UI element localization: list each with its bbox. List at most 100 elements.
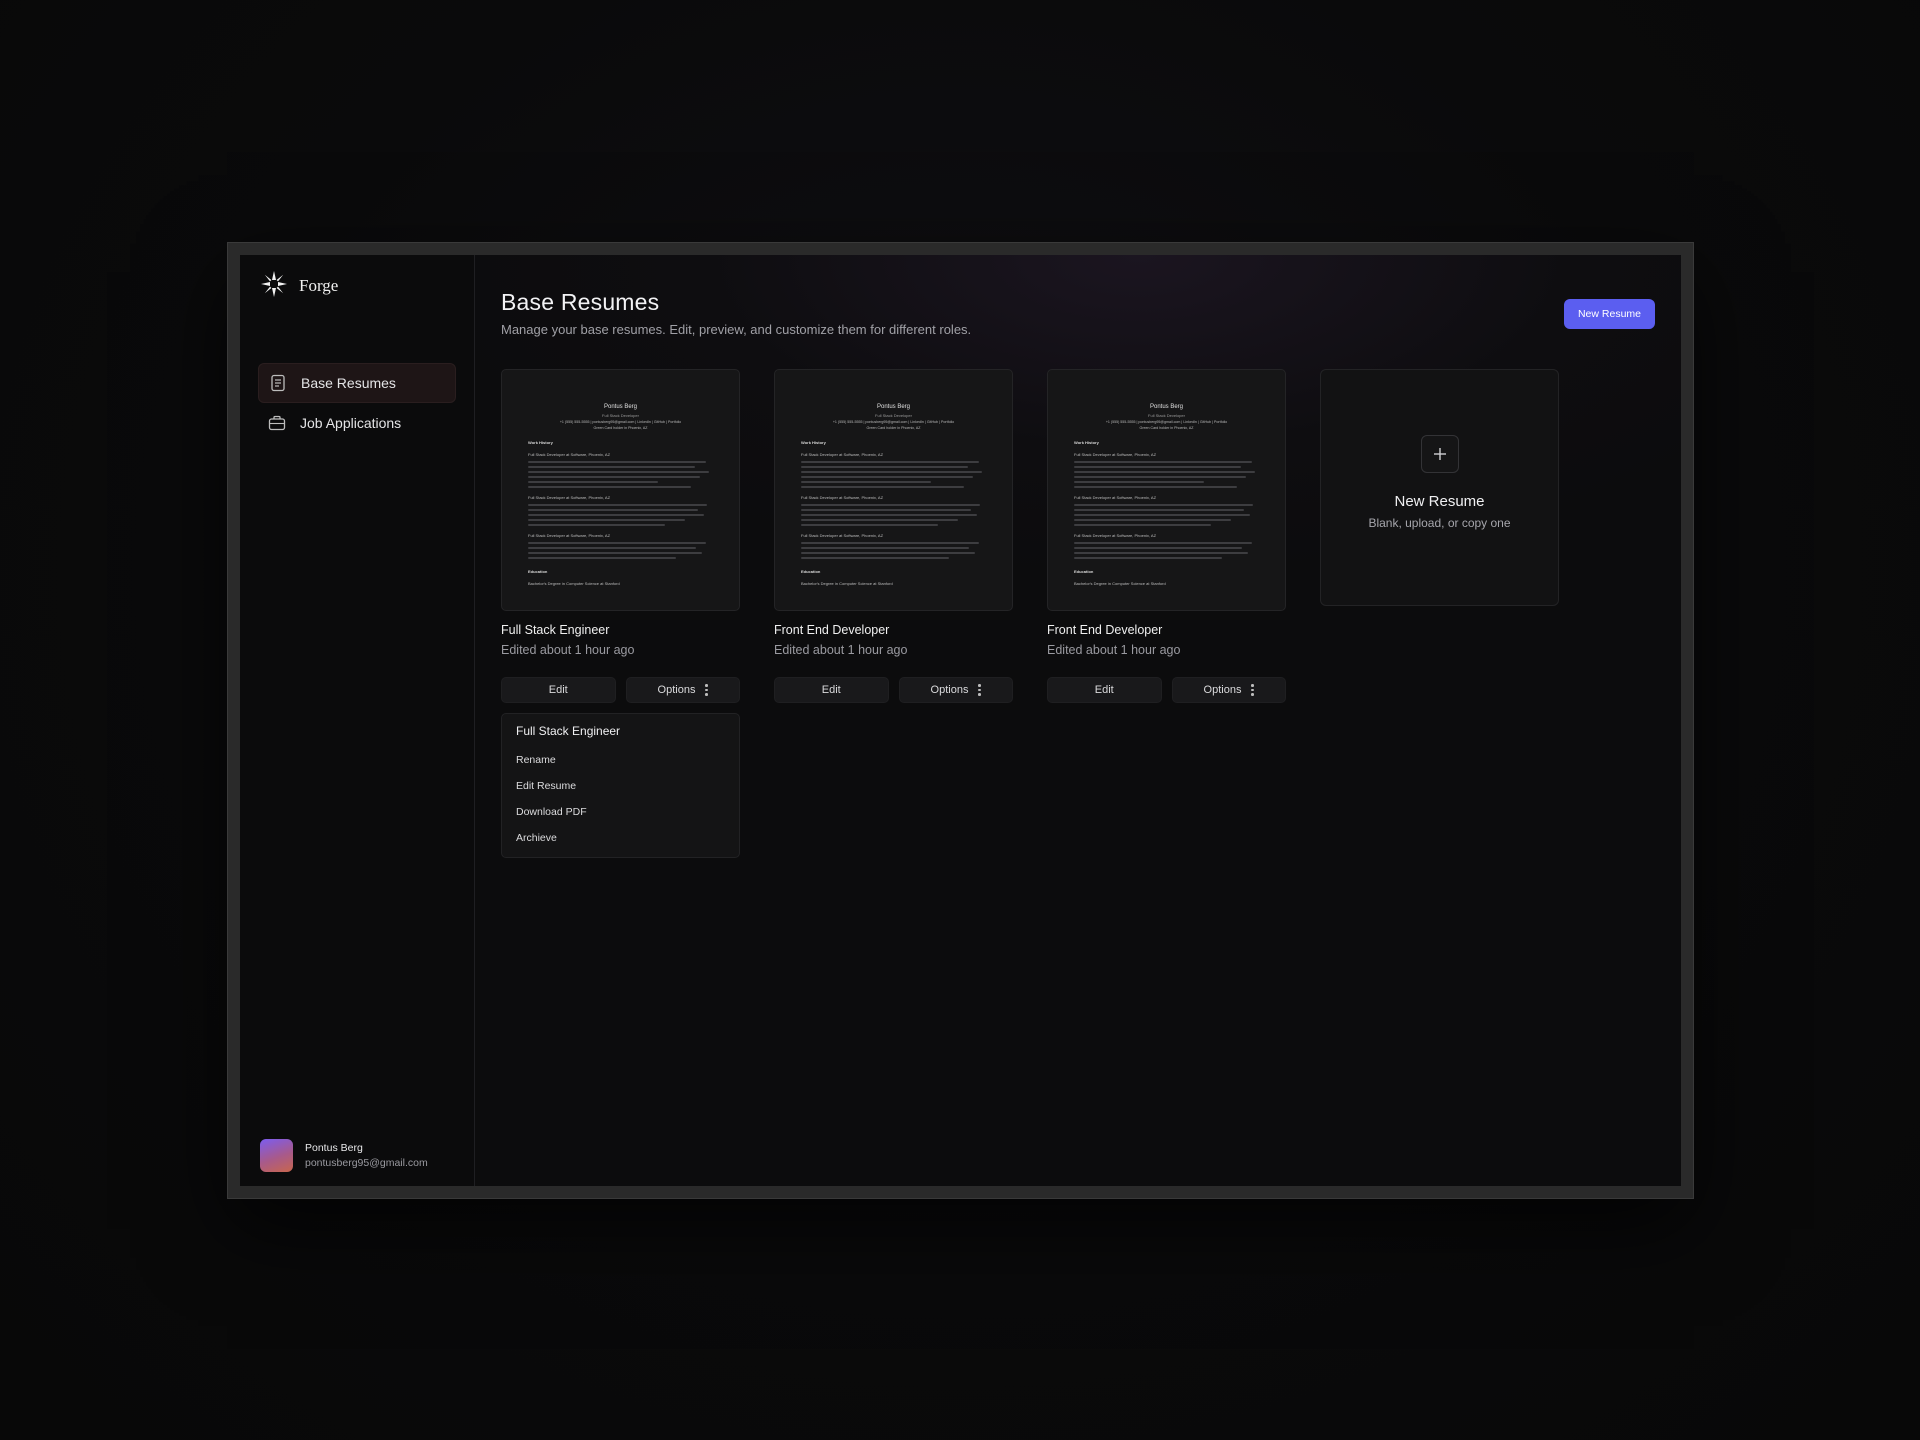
preview-text-lines [528,504,713,526]
main-content: Base Resumes Manage your base resumes. E… [475,255,1681,1186]
plus-icon [1420,435,1459,473]
resume-preview[interactable]: Pontus Berg Full Stack Developer +1 (555… [501,369,740,611]
preview-section-title: Work History [528,440,553,445]
preview-section-title: Work History [801,440,826,445]
new-resume-button[interactable]: New Resume [1563,299,1655,329]
edit-button[interactable]: Edit [501,677,616,703]
preview-location: Green Card holder in Phoenix, AZ [866,426,921,430]
options-label: Options [1203,684,1242,696]
preview-text-lines [528,542,713,559]
options-label: Options [657,684,696,696]
more-vertical-icon [705,684,708,696]
document-icon [269,374,287,392]
more-vertical-icon [978,684,981,696]
preview-job: Full Stack Developer at Software, Phoeni… [1074,495,1157,500]
new-resume-subtitle: Blank, upload, or copy one [1368,516,1511,530]
preview-job: Full Stack Developer at Software, Phoeni… [801,495,884,500]
edit-button[interactable]: Edit [1047,677,1162,703]
user-profile[interactable]: Pontus Berg pontusberg95@gmail.com [260,1139,428,1172]
menu-heading: Full Stack Engineer [516,724,621,738]
resume-card: Pontus Berg Full Stack Developer +1 (555… [501,369,740,858]
page-header: Base Resumes Manage your base resumes. E… [501,289,1655,337]
sidebar-item-label: Base Resumes [301,375,396,391]
brand[interactable]: Forge [259,269,456,303]
forge-logo-icon [259,269,289,304]
preview-name: Pontus Berg [1149,404,1184,410]
preview-location: Green Card holder in Phoenix, AZ [593,426,648,430]
resume-preview[interactable]: Pontus Berg Full Stack Developer +1 (555… [1047,369,1286,611]
page-subtitle: Manage your base resumes. Edit, preview,… [501,322,972,337]
preview-text-lines [528,461,713,488]
preview-job: Full Stack Developer at Software, Phoeni… [1074,533,1157,538]
preview-job: Full Stack Developer at Software, Phoeni… [801,533,884,538]
edit-label: Edit [548,684,568,696]
preview-name: Pontus Berg [603,404,638,410]
edit-label: Edit [1094,684,1114,696]
resume-edited: Edited about 1 hour ago [1047,643,1181,657]
preview-role: Full Stack Developer [875,413,912,418]
preview-contact: +1 (555) 555-5555 | pontusberg95@gmail.c… [1105,420,1228,424]
preview-role: Full Stack Developer [1148,413,1185,418]
preview-section-title: Education [1074,569,1094,574]
options-menu: Full Stack Engineer Rename Edit Resume D… [501,713,740,858]
options-button[interactable]: Options [625,677,740,703]
resume-edited: Edited about 1 hour ago [774,643,908,657]
preview-contact: +1 (555) 555-5555 | pontusberg95@gmail.c… [559,420,682,424]
preview-text-lines [1074,542,1259,559]
preview-edu: Bachelor's Degree in Computer Science at… [528,581,620,586]
resume-edited: Edited about 1 hour ago [501,643,635,657]
preview-job: Full Stack Developer at Software, Phoeni… [528,495,611,500]
card-actions: Edit Options [501,677,740,703]
menu-item-archive[interactable]: Archieve [502,825,739,851]
more-vertical-icon [1251,684,1254,696]
sidebar-item-label: Job Applications [300,415,402,431]
preview-section-title: Work History [1074,440,1099,445]
new-resume-title: New Resume [1394,493,1485,510]
preview-text-lines [801,461,986,488]
preview-job: Full Stack Developer at Software, Phoeni… [528,533,611,538]
edit-label: Edit [821,684,841,696]
preview-text-lines [801,504,986,526]
preview-contact: +1 (555) 555-5555 | pontusberg95@gmail.c… [832,420,955,424]
new-resume-card[interactable]: New Resume Blank, upload, or copy one [1320,369,1559,606]
resume-card: Pontus Berg Full Stack Developer +1 (555… [774,369,1013,858]
preview-job: Full Stack Developer at Software, Phoeni… [528,452,611,457]
preview-role: Full Stack Developer [602,413,639,418]
app-window: Forge Base Resumes Job Applications Pont… [240,255,1681,1186]
options-label: Options [930,684,969,696]
preview-location: Green Card holder in Phoenix, AZ [1139,426,1194,430]
sidebar-item-base-resumes[interactable]: Base Resumes [258,363,456,403]
preview-edu: Bachelor's Degree in Computer Science at… [801,581,893,586]
resume-preview[interactable]: Pontus Berg Full Stack Developer +1 (555… [774,369,1013,611]
user-name: Pontus Berg [305,1142,363,1154]
menu-item-rename[interactable]: Rename [502,747,739,773]
preview-name: Pontus Berg [876,404,911,410]
preview-text-lines [1074,461,1259,488]
brand-name: Forge [299,276,339,295]
card-actions: Edit Options [774,677,1013,703]
menu-item-edit-resume[interactable]: Edit Resume [502,773,739,799]
preview-section-title: Education [801,569,821,574]
menu-item-download-pdf[interactable]: Download PDF [502,799,739,825]
preview-job: Full Stack Developer at Software, Phoeni… [1074,452,1157,457]
user-email: pontusberg95@gmail.com [305,1157,428,1169]
options-button[interactable]: Options [898,677,1013,703]
resume-card: Pontus Berg Full Stack Developer +1 (555… [1047,369,1286,858]
edit-button[interactable]: Edit [774,677,889,703]
resume-grid: Pontus Berg Full Stack Developer +1 (555… [501,369,1655,858]
page-title: Base Resumes [501,289,660,315]
sidebar: Forge Base Resumes Job Applications Pont… [240,255,475,1186]
card-actions: Edit Options [1047,677,1286,703]
resume-title: Front End Developer [1047,623,1163,637]
resume-title: Full Stack Engineer [501,623,610,637]
sidebar-item-job-applications[interactable]: Job Applications [258,403,456,443]
avatar [260,1139,293,1172]
briefcase-icon [268,414,286,432]
options-button[interactable]: Options [1171,677,1286,703]
preview-edu: Bachelor's Degree in Computer Science at… [1074,581,1166,586]
device-frame: Forge Base Resumes Job Applications Pont… [227,242,1694,1199]
resume-title: Front End Developer [774,623,890,637]
preview-job: Full Stack Developer at Software, Phoeni… [801,452,884,457]
preview-text-lines [801,542,986,559]
preview-section-title: Education [528,569,548,574]
